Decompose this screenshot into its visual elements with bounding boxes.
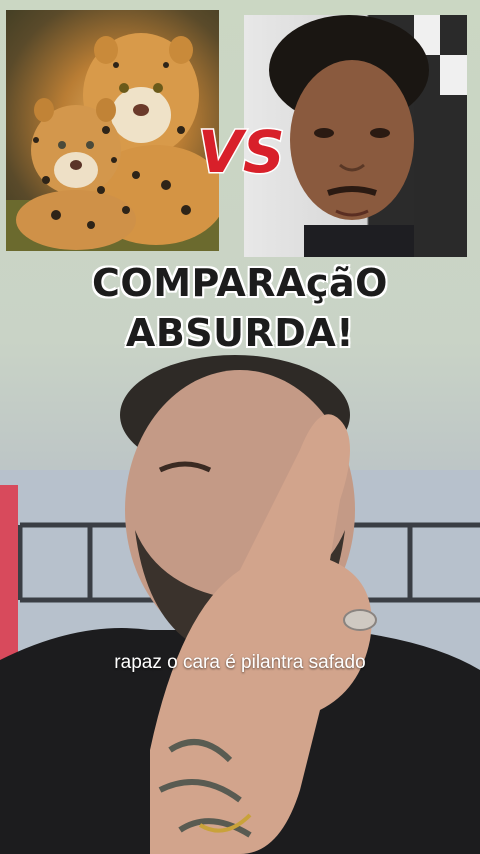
- jaguar-image: [6, 10, 219, 251]
- video-frame[interactable]: VS COMPARAçãO ABSURDA! rapaz o cara é pi…: [0, 0, 480, 854]
- vs-logo: VS: [197, 117, 287, 188]
- headline-line-1: COMPARAçãO: [92, 261, 388, 305]
- person-video-subject: [0, 355, 480, 854]
- subtitle-caption: rapaz o cara é pilantra safado: [114, 652, 366, 673]
- vs-label: VS: [198, 118, 285, 186]
